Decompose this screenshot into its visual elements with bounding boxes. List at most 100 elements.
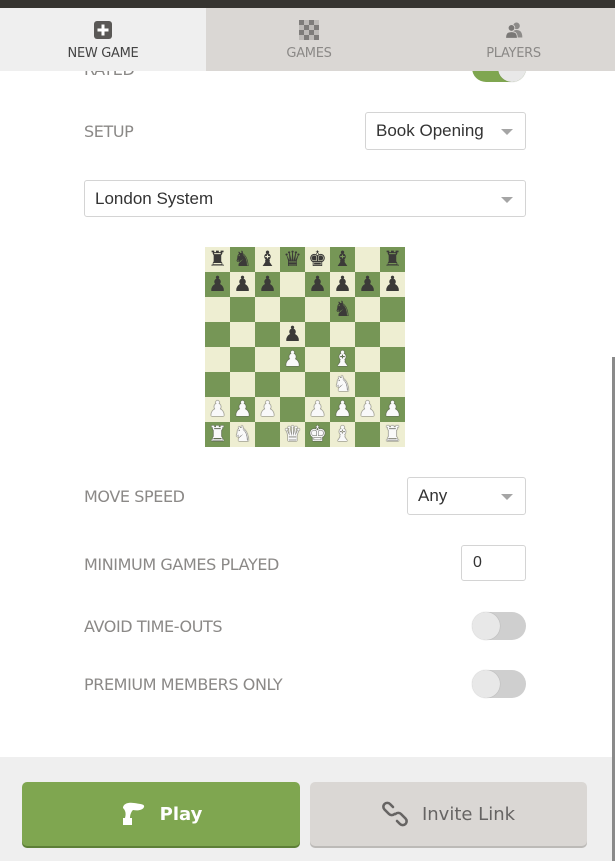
black-knight-icon: ♞ bbox=[233, 247, 252, 271]
avoid-timeouts-label: AVOID TIME-OUTS bbox=[84, 617, 223, 636]
action-footer: Play Invite Link bbox=[0, 757, 615, 861]
square-h3 bbox=[380, 372, 405, 397]
square-g2: ♟ bbox=[355, 397, 380, 422]
square-g1 bbox=[355, 422, 380, 447]
square-e5 bbox=[305, 322, 330, 347]
black-pawn-icon: ♟ bbox=[383, 272, 402, 296]
square-b7: ♟ bbox=[230, 272, 255, 297]
white-pawn-icon: ♟ bbox=[308, 397, 327, 421]
tab-label: GAMES bbox=[286, 46, 332, 61]
square-f3: ♞ bbox=[330, 372, 355, 397]
chessboard-preview: ♜ ♞ ♝ ♛ ♚ ♝ ♜ ♟ ♟ ♟ ♟ ♟ ♟ ♟ ♞ ♟ ♟ ♝ ♞ ♟ ♟ ♟ ♟ ♟ ♟ ♟ ♜ ♞ ♛ ♚ ♝ ♜ bbox=[205, 247, 405, 447]
square-e7: ♟ bbox=[305, 272, 330, 297]
white-knight-icon: ♞ bbox=[233, 422, 252, 446]
tab-bar: NEW GAME GAMES PLAYERS bbox=[0, 8, 615, 71]
square-a1: ♜ bbox=[205, 422, 230, 447]
square-a2: ♟ bbox=[205, 397, 230, 422]
square-b1: ♞ bbox=[230, 422, 255, 447]
square-b4 bbox=[230, 347, 255, 372]
square-c3 bbox=[255, 372, 280, 397]
square-f5 bbox=[330, 322, 355, 347]
square-d6 bbox=[280, 297, 305, 322]
black-rook-icon: ♜ bbox=[383, 247, 402, 271]
black-knight-icon: ♞ bbox=[333, 297, 352, 321]
toggle-knob bbox=[472, 670, 500, 698]
premium-only-toggle[interactable] bbox=[472, 670, 526, 698]
white-rook-icon: ♜ bbox=[208, 422, 227, 446]
square-f2: ♟ bbox=[330, 397, 355, 422]
square-b5 bbox=[230, 322, 255, 347]
link-icon bbox=[382, 801, 408, 827]
square-e6 bbox=[305, 297, 330, 322]
square-a5 bbox=[205, 322, 230, 347]
white-bishop-icon: ♝ bbox=[333, 422, 352, 446]
square-a4 bbox=[205, 347, 230, 372]
square-e4 bbox=[305, 347, 330, 372]
square-g7: ♟ bbox=[355, 272, 380, 297]
min-games-label: MINIMUM GAMES PLAYED bbox=[84, 555, 279, 574]
square-h8: ♜ bbox=[380, 247, 405, 272]
white-pawn-icon: ♟ bbox=[233, 397, 252, 421]
black-queen-icon: ♛ bbox=[283, 247, 302, 271]
avoid-timeouts-toggle[interactable] bbox=[472, 612, 526, 640]
white-pawn-icon: ♟ bbox=[383, 397, 402, 421]
white-bishop-icon: ♝ bbox=[333, 347, 352, 371]
chevron-down-icon bbox=[501, 129, 513, 135]
square-g8 bbox=[355, 247, 380, 272]
move-speed-select-value: Any bbox=[418, 486, 448, 505]
tab-players[interactable]: PLAYERS bbox=[412, 8, 615, 71]
square-a3 bbox=[205, 372, 230, 397]
black-pawn-icon: ♟ bbox=[233, 272, 252, 296]
chevron-down-icon bbox=[501, 196, 513, 203]
black-rook-icon: ♜ bbox=[208, 247, 227, 271]
play-button-label: Play bbox=[159, 803, 203, 825]
square-h2: ♟ bbox=[380, 397, 405, 422]
white-rook-icon: ♜ bbox=[383, 422, 402, 446]
square-a8: ♜ bbox=[205, 247, 230, 272]
chevron-down-icon bbox=[501, 494, 513, 500]
invite-link-button[interactable]: Invite Link bbox=[310, 782, 587, 846]
setup-select-value: Book Opening bbox=[376, 121, 484, 140]
square-b6 bbox=[230, 297, 255, 322]
setup-select[interactable]: Book Opening bbox=[365, 112, 526, 150]
black-pawn-icon: ♟ bbox=[208, 272, 227, 296]
white-pawn-icon: ♟ bbox=[333, 397, 352, 421]
square-c4 bbox=[255, 347, 280, 372]
black-bishop-icon: ♝ bbox=[333, 247, 352, 271]
black-pawn-icon: ♟ bbox=[283, 322, 302, 346]
premium-only-label: PREMIUM MEMBERS ONLY bbox=[84, 675, 283, 694]
tab-label: PLAYERS bbox=[486, 46, 541, 61]
white-pawn-icon: ♟ bbox=[358, 397, 377, 421]
square-h7: ♟ bbox=[380, 272, 405, 297]
black-bishop-icon: ♝ bbox=[258, 247, 277, 271]
square-e1: ♚ bbox=[305, 422, 330, 447]
square-d1: ♛ bbox=[280, 422, 305, 447]
white-pawn-icon: ♟ bbox=[258, 397, 277, 421]
square-h6 bbox=[380, 297, 405, 322]
min-games-input[interactable]: 0 bbox=[461, 545, 526, 581]
square-f4: ♝ bbox=[330, 347, 355, 372]
square-f7: ♟ bbox=[330, 272, 355, 297]
black-king-icon: ♚ bbox=[308, 247, 327, 271]
black-pawn-icon: ♟ bbox=[308, 272, 327, 296]
tab-games[interactable]: GAMES bbox=[206, 8, 412, 71]
tab-new-game[interactable]: NEW GAME bbox=[0, 8, 206, 71]
square-h5 bbox=[380, 322, 405, 347]
square-h4 bbox=[380, 347, 405, 372]
invite-link-label: Invite Link bbox=[421, 803, 516, 825]
tab-label: NEW GAME bbox=[67, 46, 139, 61]
square-e8: ♚ bbox=[305, 247, 330, 272]
users-icon bbox=[504, 20, 524, 40]
move-speed-select[interactable]: Any bbox=[407, 477, 526, 515]
square-b3 bbox=[230, 372, 255, 397]
pawn-play-icon bbox=[120, 802, 146, 826]
white-pawn-icon: ♟ bbox=[283, 347, 302, 371]
square-b2: ♟ bbox=[230, 397, 255, 422]
play-button[interactable]: Play bbox=[22, 782, 300, 846]
black-pawn-icon: ♟ bbox=[258, 272, 277, 296]
square-b8: ♞ bbox=[230, 247, 255, 272]
square-c2: ♟ bbox=[255, 397, 280, 422]
opening-select[interactable]: London System bbox=[84, 180, 526, 217]
square-f8: ♝ bbox=[330, 247, 355, 272]
square-d8: ♛ bbox=[280, 247, 305, 272]
